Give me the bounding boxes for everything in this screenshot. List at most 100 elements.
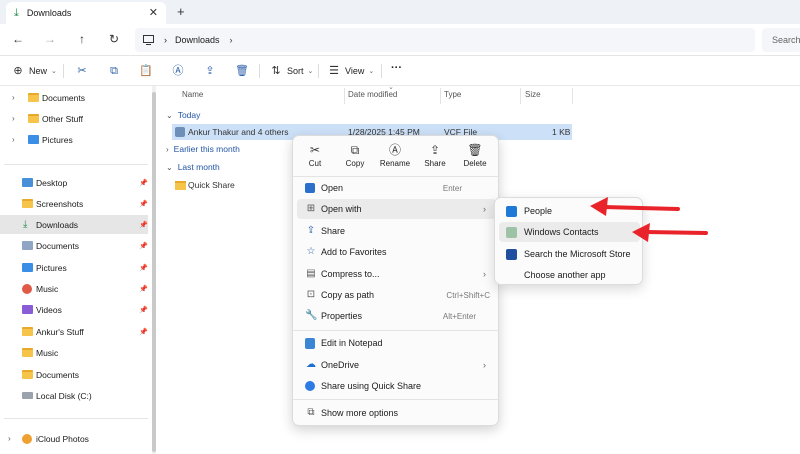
copy-button[interactable]: ⧉ (107, 64, 125, 78)
sidebar-item-documents[interactable]: › Documents (0, 88, 148, 107)
sidebar-item-documents-quick[interactable]: Documents 📌 (0, 236, 148, 255)
new-tab-button[interactable]: + (177, 4, 185, 19)
copy-icon: ⧉ (350, 143, 360, 157)
cut-button[interactable]: ✂ (75, 64, 93, 78)
column-header-date[interactable]: Date modified (348, 90, 397, 99)
cut-action[interactable]: ✂ Cut (296, 141, 334, 177)
tab-downloads[interactable]: ⤓ Downloads ✕ (6, 2, 166, 24)
menu-item-show-more-options[interactable]: ⧉ Show more options (297, 403, 496, 423)
rename-button[interactable]: Ⓐ (171, 64, 189, 78)
pin-icon[interactable]: 📌 (139, 328, 148, 336)
sidebar-item-label: Desktop (36, 177, 68, 188)
address-chevron[interactable]: › (230, 35, 233, 45)
submenu-item-windows-contacts[interactable]: Windows Contacts (499, 222, 640, 242)
sidebar-scrollbar-thumb[interactable] (152, 92, 156, 452)
divider (4, 164, 148, 165)
pin-icon[interactable]: 📌 (139, 200, 148, 208)
group-label: Earlier this month (173, 144, 240, 154)
sidebar-item-videos[interactable]: Videos 📌 (0, 300, 148, 319)
column-separator[interactable] (344, 88, 345, 104)
menu-divider (293, 176, 500, 177)
copy-action[interactable]: ⧉ Copy (336, 141, 374, 177)
menu-item-share[interactable]: ⇪ Share (297, 221, 496, 241)
back-button[interactable]: ← (10, 31, 26, 47)
sidebar-item-pictures-quick[interactable]: Pictures 📌 (0, 258, 148, 277)
menu-item-onedrive[interactable]: ☁ OneDrive › (297, 355, 496, 375)
submenu-item-people[interactable]: People (499, 201, 640, 221)
pin-icon[interactable]: 📌 (139, 221, 148, 229)
address-chevron[interactable]: › (164, 35, 167, 45)
sidebar-item-pictures[interactable]: › Pictures (0, 130, 148, 149)
wrench-icon: 🔧 (305, 310, 318, 321)
sidebar-item-other-stuff[interactable]: › Other Stuff (0, 109, 148, 128)
chevron-right-icon[interactable]: › (12, 93, 15, 102)
table-row[interactable]: Quick Share (172, 177, 302, 193)
pin-icon[interactable]: 📌 (139, 179, 148, 187)
sidebar-item-desktop[interactable]: Desktop 📌 (0, 173, 148, 192)
group-header-today[interactable]: ⌄ Today (166, 110, 200, 120)
context-menu: ✂ Cut ⧉ Copy Ⓐ Rename ⇪ Share 🗑 Delete O… (292, 135, 500, 426)
group-label: Last month (177, 162, 220, 172)
sidebar-item-music[interactable]: Music 📌 (0, 279, 148, 298)
sidebar-item-screenshots[interactable]: Screenshots 📌 (0, 194, 148, 213)
rename-action[interactable]: Ⓐ Rename (376, 141, 414, 177)
chevron-down-icon: ⌄ (51, 68, 57, 75)
sidebar-item-local-disk[interactable]: Local Disk (C:) (0, 386, 148, 405)
submenu-item-choose-another-app[interactable]: Choose another app (499, 265, 640, 285)
delete-label: Delete (463, 159, 487, 168)
menu-item-properties[interactable]: 🔧 Properties Alt+Enter (297, 306, 496, 326)
sort-button[interactable]: ⇅ Sort ⌄ (269, 64, 313, 78)
view-button[interactable]: ☰ View ⌄ (327, 64, 374, 78)
menu-item-add-to-favorites[interactable]: ☆ Add to Favorites (297, 242, 496, 262)
chevron-right-icon[interactable]: › (12, 135, 15, 144)
menu-item-label: Edit in Notepad (321, 338, 383, 348)
chevron-right-icon[interactable]: › (12, 114, 15, 123)
column-header-type[interactable]: Type (444, 90, 461, 99)
up-button[interactable]: ↑ (74, 31, 90, 47)
chevron-right-icon[interactable]: › (8, 434, 11, 443)
sidebar-item-documents-folder[interactable]: Documents (0, 365, 148, 384)
breadcrumb-downloads[interactable]: Downloads (175, 35, 220, 45)
address-bar[interactable]: › Downloads › (135, 28, 755, 52)
column-header-name[interactable]: Name (182, 90, 203, 99)
submenu-item-search-store[interactable]: Search the Microsoft Store (499, 244, 640, 264)
menu-item-compress[interactable]: ▤ Compress to... › (297, 264, 496, 284)
sidebar-item-music-folder[interactable]: Music (0, 343, 148, 362)
close-tab-icon[interactable]: ✕ (149, 6, 158, 19)
new-button[interactable]: ⊕ New ⌄ (11, 64, 57, 78)
column-separator[interactable] (572, 88, 573, 104)
sidebar-item-label: Pictures (42, 134, 73, 145)
column-separator[interactable] (520, 88, 521, 104)
pin-icon[interactable]: 📌 (139, 264, 148, 272)
pin-icon[interactable]: 📌 (139, 306, 148, 314)
pin-icon[interactable]: 📌 (139, 242, 148, 250)
sidebar-item-ankurs-stuff[interactable]: Ankur's Stuff 📌 (0, 322, 148, 341)
menu-item-quick-share[interactable]: Share using Quick Share (297, 376, 496, 396)
sidebar-item-downloads[interactable]: ⤓ Downloads 📌 (0, 215, 148, 234)
refresh-button[interactable]: ↻ (106, 31, 122, 47)
open-with-submenu: People Windows Contacts Search the Micro… (494, 197, 643, 285)
pictures-icon (22, 263, 33, 272)
rename-label: Rename (379, 159, 411, 168)
new-label: New (29, 66, 48, 76)
menu-item-open-with[interactable]: ⊞ Open with › (297, 199, 496, 219)
menu-item-shortcut: Ctrl+Shift+C (446, 290, 490, 300)
group-header-last-month[interactable]: ⌄ Last month (166, 162, 220, 172)
paste-button[interactable]: 📋 (139, 64, 157, 78)
sidebar-item-icloud-photos[interactable]: › iCloud Photos (0, 429, 148, 448)
menu-item-label: OneDrive (321, 360, 360, 370)
menu-item-copy-as-path[interactable]: ⊡ Copy as path Ctrl+Shift+C (297, 285, 496, 305)
column-header-size[interactable]: Size (525, 90, 541, 99)
menu-item-open[interactable]: Open Enter (297, 178, 496, 198)
menu-item-edit-in-notepad[interactable]: Edit in Notepad (297, 333, 496, 353)
group-header-earlier-this-month[interactable]: › Earlier this month (166, 144, 240, 154)
search-input[interactable]: Search (762, 28, 800, 52)
more-options-button[interactable]: ··· (391, 62, 402, 74)
column-separator[interactable] (440, 88, 441, 104)
delete-action[interactable]: 🗑 Delete (456, 141, 494, 177)
share-button[interactable]: ⇪ (203, 64, 221, 78)
share-action[interactable]: ⇪ Share (416, 141, 454, 177)
forward-button[interactable]: → (42, 31, 58, 47)
pin-icon[interactable]: 📌 (139, 285, 148, 293)
delete-button[interactable]: 🗑 (235, 64, 253, 78)
